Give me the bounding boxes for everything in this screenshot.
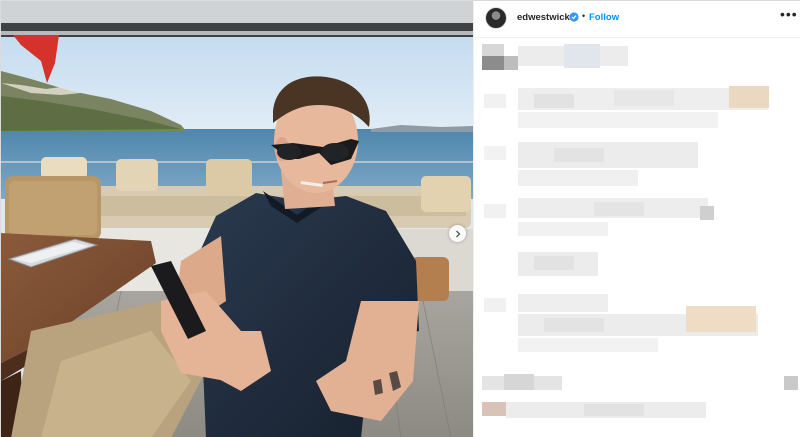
verified-badge-icon bbox=[569, 12, 579, 22]
post-photo[interactable] bbox=[1, 1, 473, 437]
separator-dot: • bbox=[582, 11, 586, 21]
carousel-next-button[interactable] bbox=[449, 225, 466, 242]
blurred-caption-and-comments bbox=[474, 38, 800, 437]
post-side-panel: edwestwick • Follow ••• bbox=[473, 1, 800, 437]
follow-button[interactable]: Follow bbox=[589, 12, 619, 23]
avatar[interactable] bbox=[485, 7, 507, 29]
chevron-right-icon bbox=[455, 230, 460, 237]
photo-illustration bbox=[1, 1, 473, 437]
post-header: edwestwick • Follow ••• bbox=[474, 1, 800, 37]
username-link[interactable]: edwestwick bbox=[517, 12, 570, 23]
instagram-post-embed: edwestwick • Follow ••• bbox=[0, 0, 800, 437]
more-options-icon[interactable]: ••• bbox=[780, 7, 798, 21]
